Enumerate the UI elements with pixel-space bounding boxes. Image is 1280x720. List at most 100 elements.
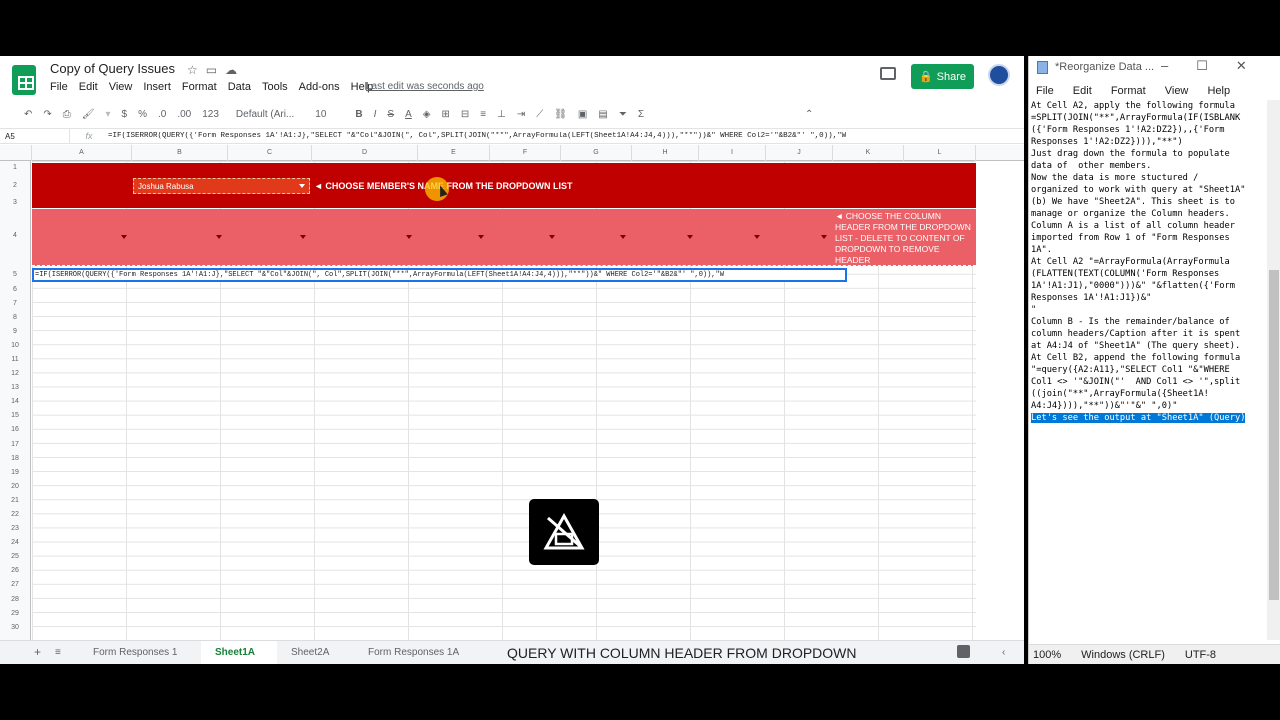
tab-form-responses-1a[interactable]: Form Responses 1A <box>368 647 459 658</box>
menu-addons[interactable]: Add-ons <box>299 81 340 93</box>
header-dropdown-arrow-icon[interactable] <box>620 235 626 239</box>
column-header-h[interactable]: H <box>632 145 699 161</box>
header-dropdown-arrow-icon[interactable] <box>687 235 693 239</box>
row-header[interactable]: 7 <box>0 300 30 307</box>
header-dropdown-arrow-icon[interactable] <box>754 235 760 239</box>
paint-format-icon[interactable]: 🖌 <box>82 109 95 120</box>
row-header[interactable]: 5 <box>0 271 30 278</box>
font-size-select[interactable]: 10 <box>315 109 326 120</box>
notepad-menu-help[interactable]: Help <box>1207 85 1230 97</box>
column-header-d[interactable]: D <box>312 145 418 161</box>
notepad-scrollbar[interactable] <box>1267 100 1280 640</box>
notepad-menu-format[interactable]: Format <box>1111 85 1146 97</box>
tab-sheet1a[interactable]: Sheet1A <box>215 647 255 658</box>
member-dropdown[interactable]: Joshua Rabusa <box>133 178 310 194</box>
increase-decimal-button[interactable]: .00 <box>177 109 191 120</box>
column-header-g[interactable]: G <box>561 145 632 161</box>
column-header-a[interactable]: A <box>32 145 132 161</box>
functions-icon[interactable]: Σ <box>638 109 644 120</box>
text-color-icon[interactable]: A <box>405 109 412 120</box>
row-header[interactable]: 8 <box>0 314 30 321</box>
row-header[interactable]: 26 <box>0 567 30 574</box>
currency-button[interactable]: $ <box>122 109 128 120</box>
menu-view[interactable]: View <box>109 81 133 93</box>
row-header[interactable]: 11 <box>0 356 30 363</box>
cell-a5-editor[interactable]: =IF(ISERROR(QUERY({'Form Responses 1A'!A… <box>32 268 847 282</box>
menu-tools[interactable]: Tools <box>262 81 288 93</box>
tab-form-responses-1[interactable]: Form Responses 1 <box>93 647 177 658</box>
tab-sheet2a[interactable]: Sheet2A <box>291 647 329 658</box>
row-header[interactable]: 12 <box>0 370 30 377</box>
explore-icon[interactable] <box>957 645 970 658</box>
italic-icon[interactable]: I <box>374 109 377 120</box>
comment-history-icon[interactable] <box>880 67 896 80</box>
font-select[interactable]: Default (Ari... <box>236 109 294 120</box>
row-header[interactable]: 6 <box>0 286 30 293</box>
header-dropdown-arrow-icon[interactable] <box>216 235 222 239</box>
select-all-corner[interactable] <box>0 145 32 161</box>
menu-edit[interactable]: Edit <box>79 81 98 93</box>
row-header[interactable]: 17 <box>0 441 30 448</box>
row-header[interactable]: 21 <box>0 497 30 504</box>
header-dropdown-arrow-icon[interactable] <box>300 235 306 239</box>
star-icon[interactable]: ☆ <box>187 63 206 77</box>
notepad-menu-view[interactable]: View <box>1165 85 1189 97</box>
row-header[interactable]: 2 <box>0 182 30 189</box>
menu-file[interactable]: File <box>50 81 68 93</box>
scroll-thumb[interactable] <box>1269 270 1279 600</box>
percent-button[interactable]: % <box>138 109 147 120</box>
row-header[interactable]: 29 <box>0 610 30 617</box>
header-dropdown-arrow-icon[interactable] <box>121 235 127 239</box>
zoom-select-icon[interactable]: ▾ <box>105 109 110 120</box>
collapse-toolbar-icon[interactable]: ⌃ <box>805 109 813 120</box>
avatar[interactable] <box>988 64 1010 86</box>
row-header[interactable]: 30 <box>0 624 30 631</box>
column-header-b[interactable]: B <box>132 145 228 161</box>
column-header-j[interactable]: J <box>766 145 833 161</box>
document-title[interactable]: Copy of Query Issues <box>50 61 175 76</box>
row-header[interactable]: 9 <box>0 328 30 335</box>
row-header[interactable]: 1 <box>0 164 30 171</box>
column-header-c[interactable]: C <box>228 145 312 161</box>
row-header[interactable]: 10 <box>0 342 30 349</box>
column-header-k[interactable]: K <box>833 145 904 161</box>
notepad-menu-file[interactable]: File <box>1036 85 1054 97</box>
sheets-logo-icon[interactable] <box>12 65 36 95</box>
name-box[interactable]: A5 <box>0 129 70 143</box>
row-header[interactable]: 4 <box>0 232 30 239</box>
row-header[interactable]: 14 <box>0 398 30 405</box>
column-header-f[interactable]: F <box>490 145 561 161</box>
menu-insert[interactable]: Insert <box>143 81 171 93</box>
fill-color-icon[interactable]: ◈ <box>423 109 431 120</box>
print-icon[interactable]: ⎙ <box>63 109 71 120</box>
formula-input[interactable]: =IF(ISERROR(QUERY({'Form Responses 1A'!A… <box>108 132 846 140</box>
last-edit-link[interactable]: Last edit was seconds ago <box>366 81 484 92</box>
redo-icon[interactable]: ↷ <box>43 109 51 120</box>
filter-icon[interactable]: ⏷ <box>619 109 627 120</box>
notepad-menu-edit[interactable]: Edit <box>1073 85 1092 97</box>
row-header[interactable]: 13 <box>0 384 30 391</box>
column-header-l[interactable]: L <box>904 145 976 161</box>
align-icon[interactable]: ≡ <box>480 109 486 120</box>
column-header-i[interactable]: I <box>699 145 766 161</box>
row-header[interactable]: 22 <box>0 511 30 518</box>
link-icon[interactable]: ⛓ <box>554 109 567 120</box>
more-formats-button[interactable]: 123 <box>202 109 219 120</box>
add-sheet-icon[interactable]: + <box>34 645 41 659</box>
dropdown-arrow-icon[interactable] <box>299 184 305 188</box>
row-header[interactable]: 20 <box>0 483 30 490</box>
header-dropdown-arrow-icon[interactable] <box>406 235 412 239</box>
chart-icon[interactable]: ▤ <box>598 109 607 120</box>
strikethrough-icon[interactable]: S <box>387 109 394 120</box>
row-header[interactable]: 18 <box>0 455 30 462</box>
maximize-icon[interactable]: ☐ <box>1196 58 1236 73</box>
collapse-side-icon[interactable]: ‹ <box>1002 647 1005 658</box>
wrap-icon[interactable]: ⇥ <box>517 109 525 120</box>
header-dropdown-arrow-icon[interactable] <box>821 235 827 239</box>
row-header[interactable]: 19 <box>0 469 30 476</box>
row-header[interactable]: 25 <box>0 553 30 560</box>
decrease-decimal-button[interactable]: .0 <box>158 109 166 120</box>
share-button[interactable]: 🔒 Share <box>911 64 974 89</box>
header-dropdown-arrow-icon[interactable] <box>478 235 484 239</box>
insert-comment-icon[interactable]: ▣ <box>578 109 587 120</box>
